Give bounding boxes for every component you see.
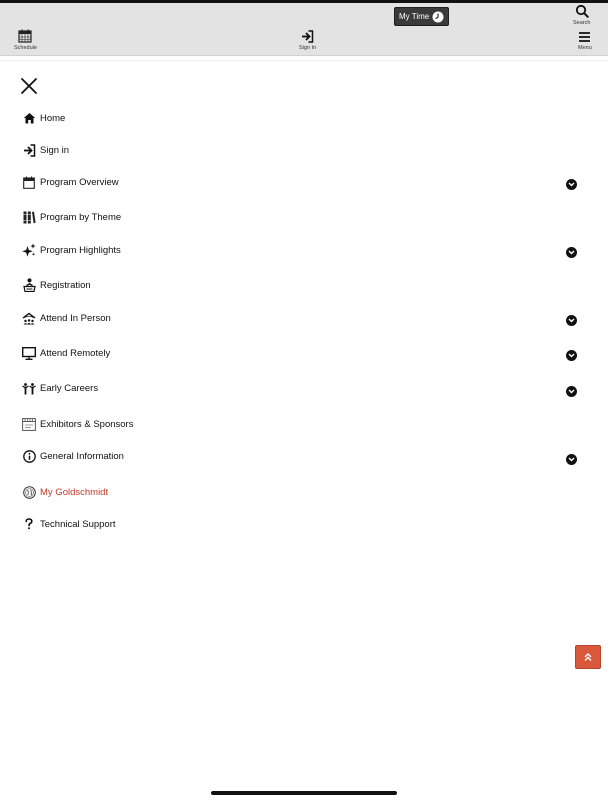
chevron-down-icon [568, 389, 575, 394]
sign-in-icon [302, 30, 314, 43]
menu-item-label: Sign in [40, 144, 70, 156]
expand-early-careers[interactable] [566, 386, 577, 397]
sparkles-icon [22, 243, 36, 257]
question-icon [25, 518, 33, 530]
menu-item-general-information[interactable]: General Information [22, 445, 588, 467]
schedule-button[interactable]: Schedule [14, 29, 37, 51]
chevron-down-icon [568, 182, 575, 187]
chevron-down-icon [568, 250, 575, 255]
expand-program-overview[interactable] [566, 179, 577, 190]
home-icon [23, 113, 35, 124]
double-chevron-up-icon [584, 653, 592, 661]
menu-item-home[interactable]: Home [22, 107, 588, 129]
menu-item-label: Program Highlights [40, 244, 121, 256]
venue-icon [22, 312, 36, 324]
menu-item-label: Early Careers [40, 382, 99, 394]
menu-item-sign-in[interactable]: Sign in [22, 139, 588, 161]
clock-icon [432, 11, 444, 22]
expand-attend-in-person[interactable] [566, 315, 577, 326]
people-icon [22, 382, 36, 394]
menu-item-label: Attend Remotely [40, 347, 111, 359]
expand-general-information[interactable] [566, 454, 577, 465]
info-icon [22, 449, 36, 463]
my-time-label: My Time [399, 12, 430, 21]
menu-item-label: Program Overview [40, 176, 119, 188]
menu-item-attend-remotely[interactable]: Attend Remotely [22, 342, 588, 364]
menu-item-early-careers[interactable]: Early Careers [22, 377, 588, 399]
menu-button[interactable]: Menu [578, 31, 592, 51]
schedule-label: Schedule [14, 45, 37, 51]
menu-item-label: Registration [40, 279, 91, 291]
app-header: My Time Search Schedule Sign In Menu [0, 3, 608, 56]
chevron-down-icon [568, 353, 575, 358]
menu-item-program-overview[interactable]: Program Overview [22, 171, 588, 193]
menu-item-exhibitors-sponsors[interactable]: Exhibitors & Sponsors [22, 413, 588, 435]
menu-item-label: Home [40, 112, 66, 124]
menu-item-technical-support[interactable]: Technical Support [22, 513, 588, 535]
menu-label: Menu [578, 45, 592, 51]
my-time-button[interactable]: My Time [394, 7, 450, 26]
menu-item-my-goldschmidt[interactable]: My Goldschmidt [22, 481, 588, 503]
expand-attend-remotely[interactable] [566, 350, 577, 361]
sign-in-header-button[interactable]: Sign In [299, 30, 316, 51]
monitor-icon [22, 346, 36, 360]
search-label: Search [573, 20, 591, 26]
menu-item-registration[interactable]: Registration [22, 274, 588, 296]
search-button[interactable]: Search [573, 4, 590, 26]
menu-item-label: Technical Support [40, 518, 116, 530]
menu-item-label: Attend In Person [40, 312, 111, 324]
home-indicator [211, 791, 397, 795]
chevron-down-icon [568, 318, 575, 323]
sign-in-icon [23, 143, 35, 157]
calendar-icon [23, 176, 35, 189]
scroll-to-top-button[interactable] [575, 645, 601, 669]
sign-in-header-label: Sign In [299, 45, 317, 51]
menu-item-label: General Information [40, 450, 124, 462]
close-icon[interactable] [20, 77, 38, 95]
menu-item-program-by-theme[interactable]: Program by Theme [22, 206, 588, 228]
menu-item-attend-in-person[interactable]: Attend In Person [22, 307, 588, 329]
expand-program-highlights[interactable] [566, 247, 577, 258]
search-icon [575, 4, 589, 18]
chevron-down-icon [568, 457, 575, 462]
exhibitors-icon [22, 417, 36, 431]
menu-item-label: My Goldschmidt [40, 486, 109, 498]
menu-item-label: Program by Theme [40, 211, 122, 223]
header-divider [0, 60, 608, 61]
theme-grid-icon [23, 211, 36, 223]
calendar-icon [18, 29, 33, 43]
registration-icon [22, 278, 36, 292]
menu-item-program-highlights[interactable]: Program Highlights [22, 239, 588, 261]
menu-item-label: Exhibitors & Sponsors [40, 418, 134, 430]
hamburger-icon [579, 32, 591, 42]
globe-icon [22, 485, 36, 499]
